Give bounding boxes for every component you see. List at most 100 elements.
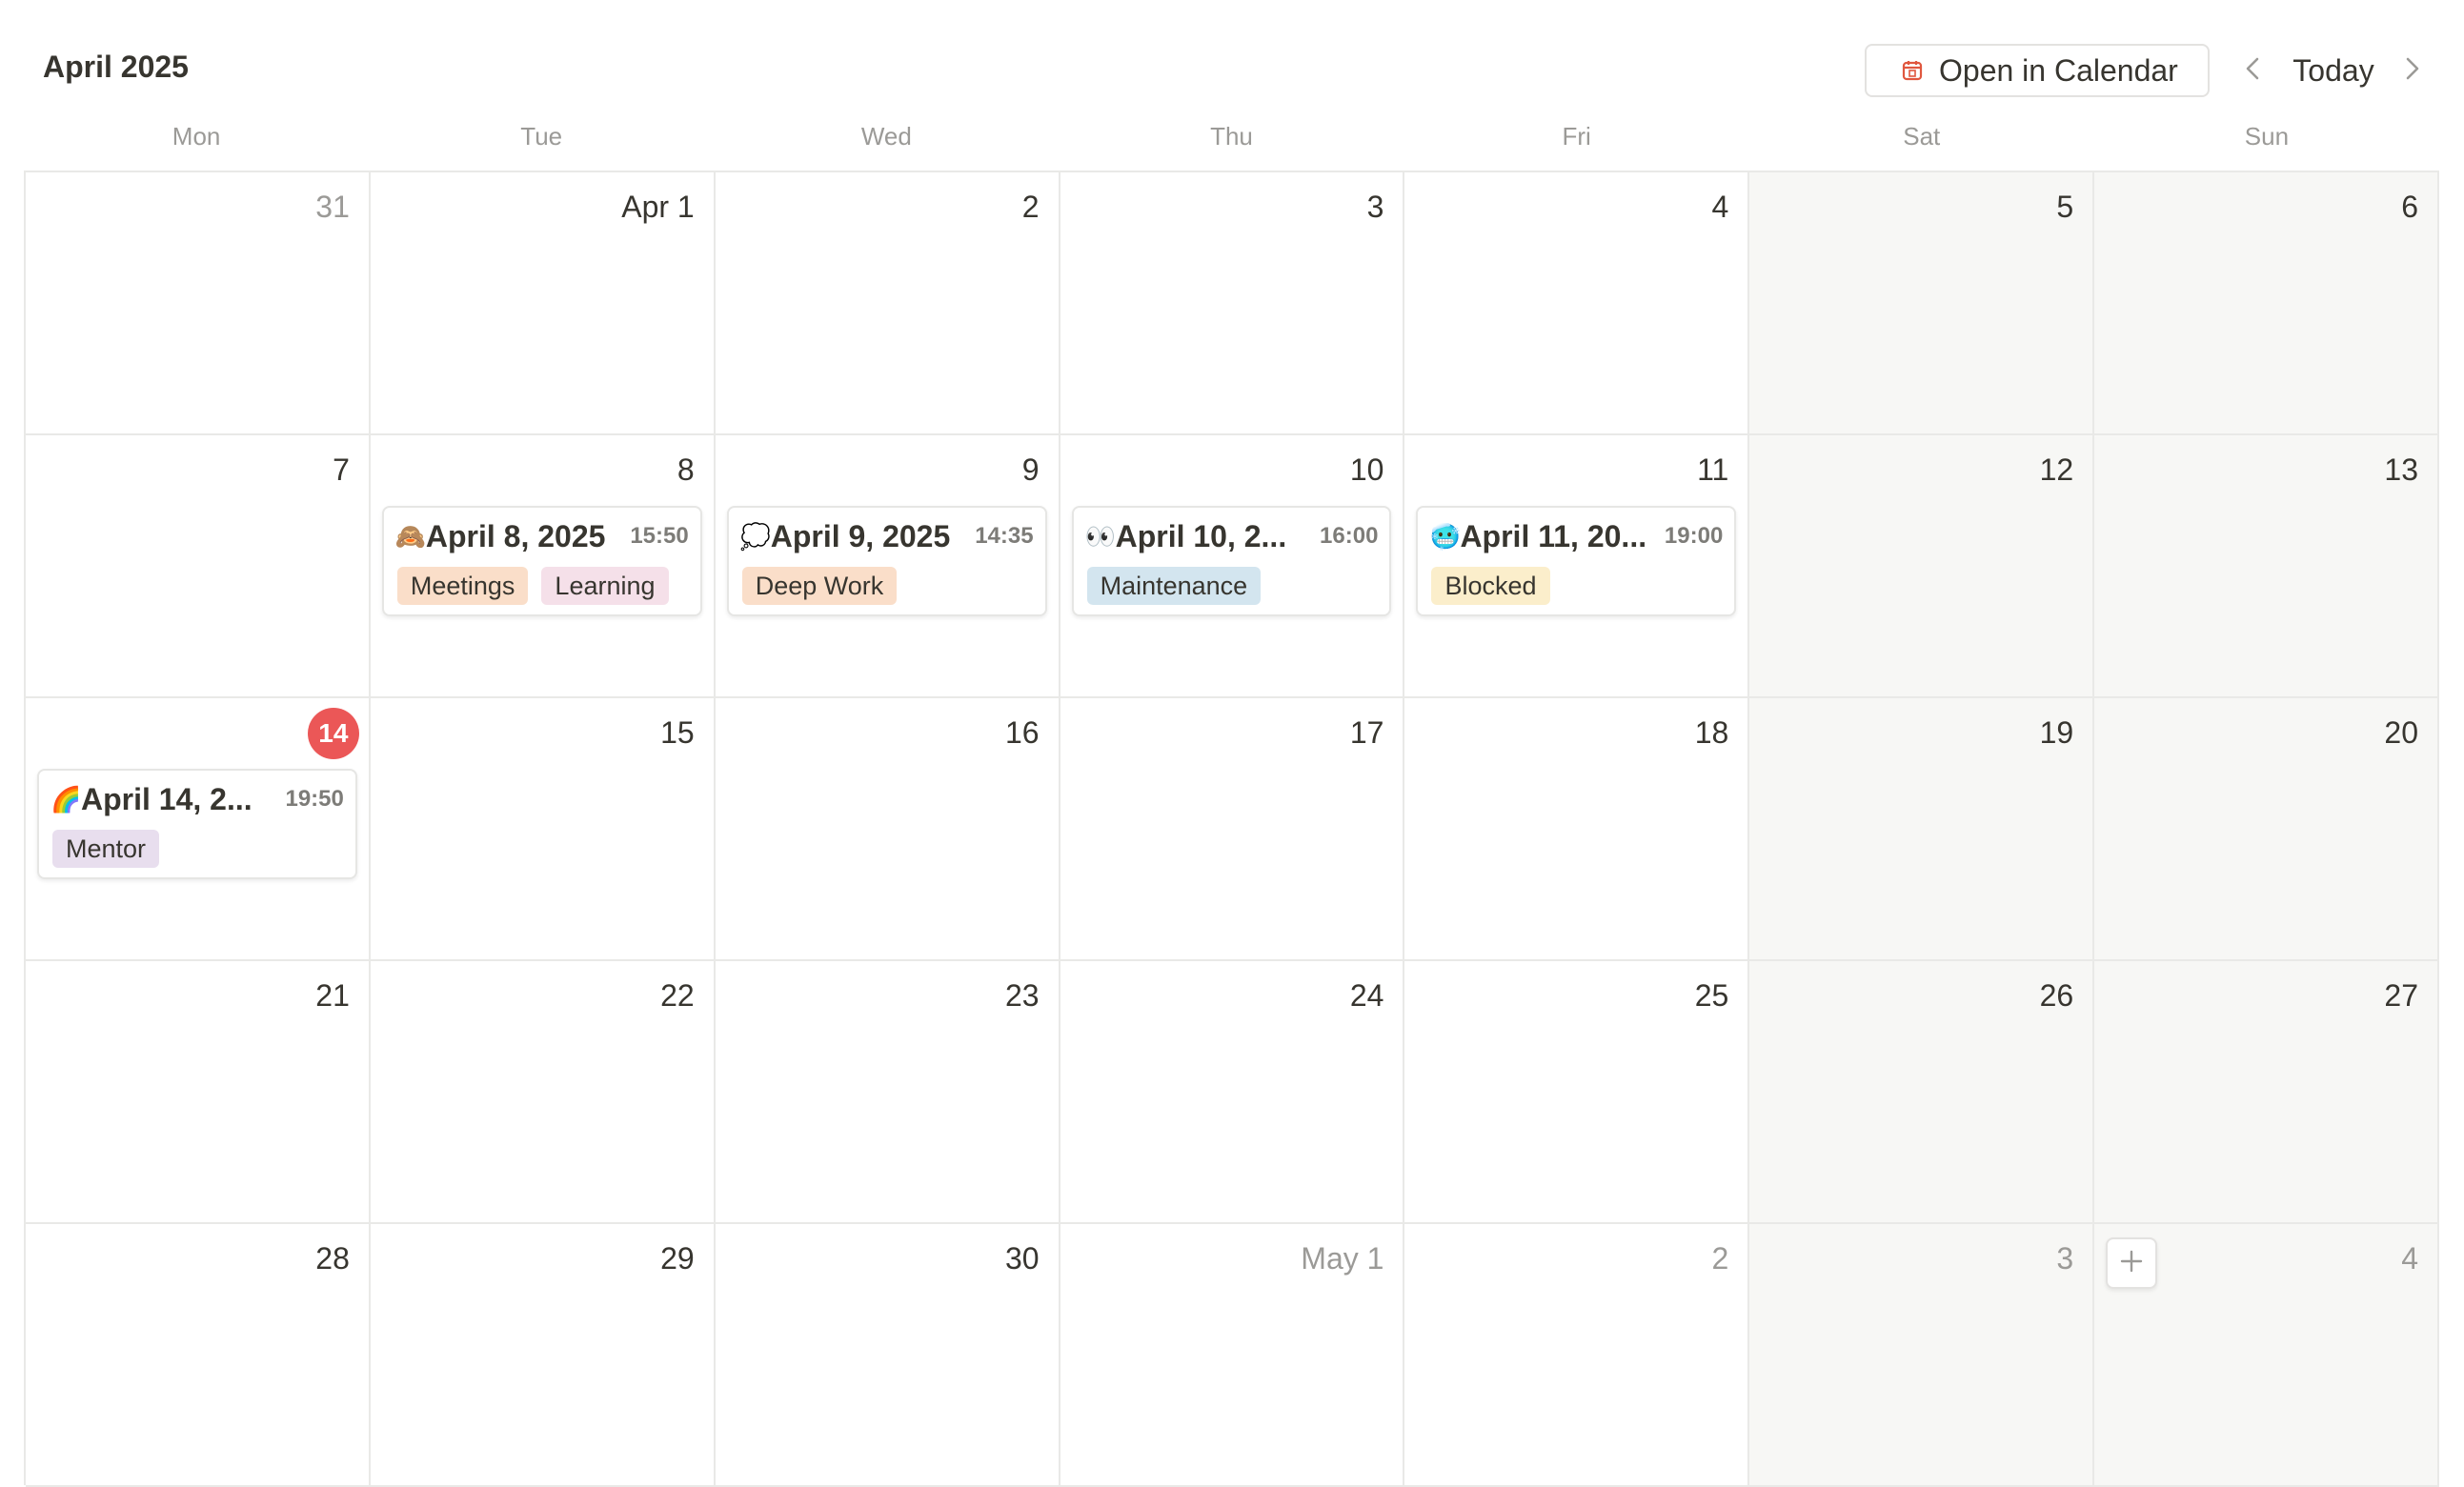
day-number: 11 bbox=[1697, 452, 1729, 487]
calendar-icon bbox=[1901, 59, 1924, 82]
day-cell[interactable]: 4 bbox=[1404, 172, 1750, 435]
event-emoji-icon: 🥶 bbox=[1429, 521, 1461, 551]
day-cell[interactable]: 28 bbox=[26, 1224, 371, 1487]
event-card[interactable]: 🌈 April 14, 2... 19:50 Mentor bbox=[37, 769, 357, 879]
day-cell[interactable]: 16 bbox=[715, 698, 1060, 961]
next-month-button[interactable] bbox=[2395, 51, 2430, 90]
day-number: 26 bbox=[2039, 978, 2074, 1013]
day-cell[interactable]: 29 bbox=[370, 1224, 716, 1487]
day-cell[interactable]: 30 bbox=[715, 1224, 1060, 1487]
weekday-label: Fri bbox=[1562, 122, 1591, 151]
day-number: 8 bbox=[677, 452, 695, 487]
day-number: 5 bbox=[2056, 190, 2074, 224]
day-cell[interactable]: 5 bbox=[1749, 172, 2095, 435]
day-cell[interactable]: 4 bbox=[2094, 1224, 2440, 1487]
day-number: 15 bbox=[660, 715, 695, 750]
day-cell[interactable]: 7 bbox=[26, 435, 371, 698]
event-emoji-icon: 🙈 bbox=[394, 521, 427, 551]
day-number: 22 bbox=[660, 978, 695, 1013]
day-cell[interactable]: 12 bbox=[1749, 435, 2095, 698]
day-number: 31 bbox=[315, 190, 350, 224]
day-cell[interactable]: 9 💭 April 9, 2025 14:35 Deep Work bbox=[715, 435, 1060, 698]
event-tags: Maintenance bbox=[1086, 567, 1275, 605]
day-cell[interactable]: 13 bbox=[2094, 435, 2440, 698]
day-cell[interactable]: 3 bbox=[1060, 172, 1405, 435]
day-cell[interactable]: 20 bbox=[2094, 698, 2440, 961]
weekday-label: Wed bbox=[860, 122, 912, 151]
week-row: 31 Apr 1 2 3 4 5 6 bbox=[26, 172, 2440, 435]
day-cell[interactable]: 24 bbox=[1060, 961, 1405, 1224]
day-cell[interactable]: 8 🙈 April 8, 2025 15:50 Meetings Learning bbox=[370, 435, 716, 698]
day-number: 12 bbox=[2039, 452, 2074, 487]
day-cell[interactable]: 3 bbox=[1749, 1224, 2095, 1487]
today-button[interactable]: Today bbox=[2281, 48, 2386, 93]
day-cell[interactable]: 6 bbox=[2094, 172, 2440, 435]
chevron-left-icon bbox=[2244, 55, 2261, 87]
week-row: 28 29 30 May 1 2 3 4 bbox=[26, 1224, 2440, 1487]
day-number: 7 bbox=[333, 452, 350, 487]
weekday-label: Sun bbox=[2244, 122, 2290, 151]
day-cell[interactable]: 25 bbox=[1404, 961, 1750, 1224]
day-cell[interactable]: 15 bbox=[370, 698, 716, 961]
day-number: 16 bbox=[1004, 715, 1040, 750]
day-cell[interactable]: 2 bbox=[1404, 1224, 1750, 1487]
day-number: 4 bbox=[2401, 1241, 2419, 1276]
day-number: 23 bbox=[1004, 978, 1040, 1013]
day-number: 21 bbox=[315, 978, 350, 1013]
today-date-badge: 14 bbox=[307, 708, 359, 759]
event-time: 19:00 bbox=[1664, 523, 1724, 549]
event-card[interactable]: 👀 April 10, 2... 16:00 Maintenance bbox=[1071, 506, 1392, 616]
day-number: 25 bbox=[1694, 978, 1729, 1013]
event-title: April 14, 2... bbox=[81, 781, 252, 816]
day-cell[interactable]: 21 bbox=[26, 961, 371, 1224]
day-cell[interactable]: 23 bbox=[715, 961, 1060, 1224]
event-tags: Meetings Learning bbox=[396, 567, 682, 605]
day-number: 28 bbox=[315, 1241, 350, 1276]
week-row: 7 8 🙈 April 8, 2025 15:50 Meetings Learning 9 💭 A… bbox=[26, 435, 2440, 698]
day-number: 24 bbox=[1349, 978, 1384, 1013]
open-in-calendar-label: Open in Calendar bbox=[1939, 52, 2178, 88]
week-row: 14 🌈 April 14, 2... 19:50 Mentor 15 16 17 18 19 20 bbox=[26, 698, 2440, 961]
event-card[interactable]: 💭 April 9, 2025 14:35 Deep Work bbox=[726, 506, 1047, 616]
event-tag: Maintenance bbox=[1086, 567, 1262, 605]
day-cell[interactable]: 2 bbox=[715, 172, 1060, 435]
day-cell[interactable]: 11 🥶 April 11, 20... 19:00 Blocked bbox=[1404, 435, 1750, 698]
day-cell[interactable]: 26 bbox=[1749, 961, 2095, 1224]
day-cell[interactable]: 18 bbox=[1404, 698, 1750, 961]
event-tag: Blocked bbox=[1431, 567, 1550, 605]
previous-month-button[interactable] bbox=[2235, 51, 2270, 90]
event-tag: Meetings bbox=[396, 567, 529, 605]
day-number: 2 bbox=[1711, 1241, 1729, 1276]
event-card[interactable]: 🥶 April 11, 20... 19:00 Blocked bbox=[1416, 506, 1737, 616]
day-number: 9 bbox=[1021, 452, 1040, 487]
add-event-button[interactable] bbox=[2106, 1237, 2158, 1289]
open-in-calendar-button[interactable]: Open in Calendar bbox=[1865, 44, 2210, 97]
weekday-label: Sat bbox=[1903, 122, 1941, 151]
event-card[interactable]: 🙈 April 8, 2025 15:50 Meetings Learning bbox=[381, 506, 702, 616]
day-cell[interactable]: 27 bbox=[2094, 961, 2440, 1224]
day-cell[interactable]: May 1 bbox=[1060, 1224, 1405, 1487]
weekday-header-row: Mon Tue Wed Thu Fri Sat Sun bbox=[24, 122, 2439, 156]
day-number: 19 bbox=[2039, 715, 2074, 750]
day-number: 27 bbox=[2384, 978, 2419, 1013]
day-cell[interactable]: Apr 1 bbox=[370, 172, 716, 435]
day-cell[interactable]: 19 bbox=[1749, 698, 2095, 961]
day-cell[interactable]: 14 🌈 April 14, 2... 19:50 Mentor bbox=[26, 698, 371, 961]
day-number: 3 bbox=[1366, 190, 1384, 224]
event-title: April 11, 20... bbox=[1460, 518, 1647, 553]
event-tags: Blocked bbox=[1431, 567, 1563, 605]
day-cell[interactable]: 17 bbox=[1060, 698, 1405, 961]
event-time: 16:00 bbox=[1320, 523, 1379, 549]
day-cell[interactable]: 22 bbox=[370, 961, 716, 1224]
event-tag: Learning bbox=[541, 567, 669, 605]
day-cell[interactable]: 31 bbox=[26, 172, 371, 435]
day-cell[interactable]: 10 👀 April 10, 2... 16:00 Maintenance bbox=[1060, 435, 1405, 698]
event-time: 14:35 bbox=[975, 523, 1034, 549]
day-number: 13 bbox=[2384, 452, 2419, 487]
day-number: 3 bbox=[2056, 1241, 2074, 1276]
event-emoji-icon: 🌈 bbox=[50, 784, 82, 814]
day-number: 10 bbox=[1349, 452, 1384, 487]
event-emoji-icon: 💭 bbox=[739, 521, 772, 551]
calendar-header: April 2025 Open in Calendar Today bbox=[0, 0, 2464, 133]
event-time: 15:50 bbox=[630, 523, 689, 549]
